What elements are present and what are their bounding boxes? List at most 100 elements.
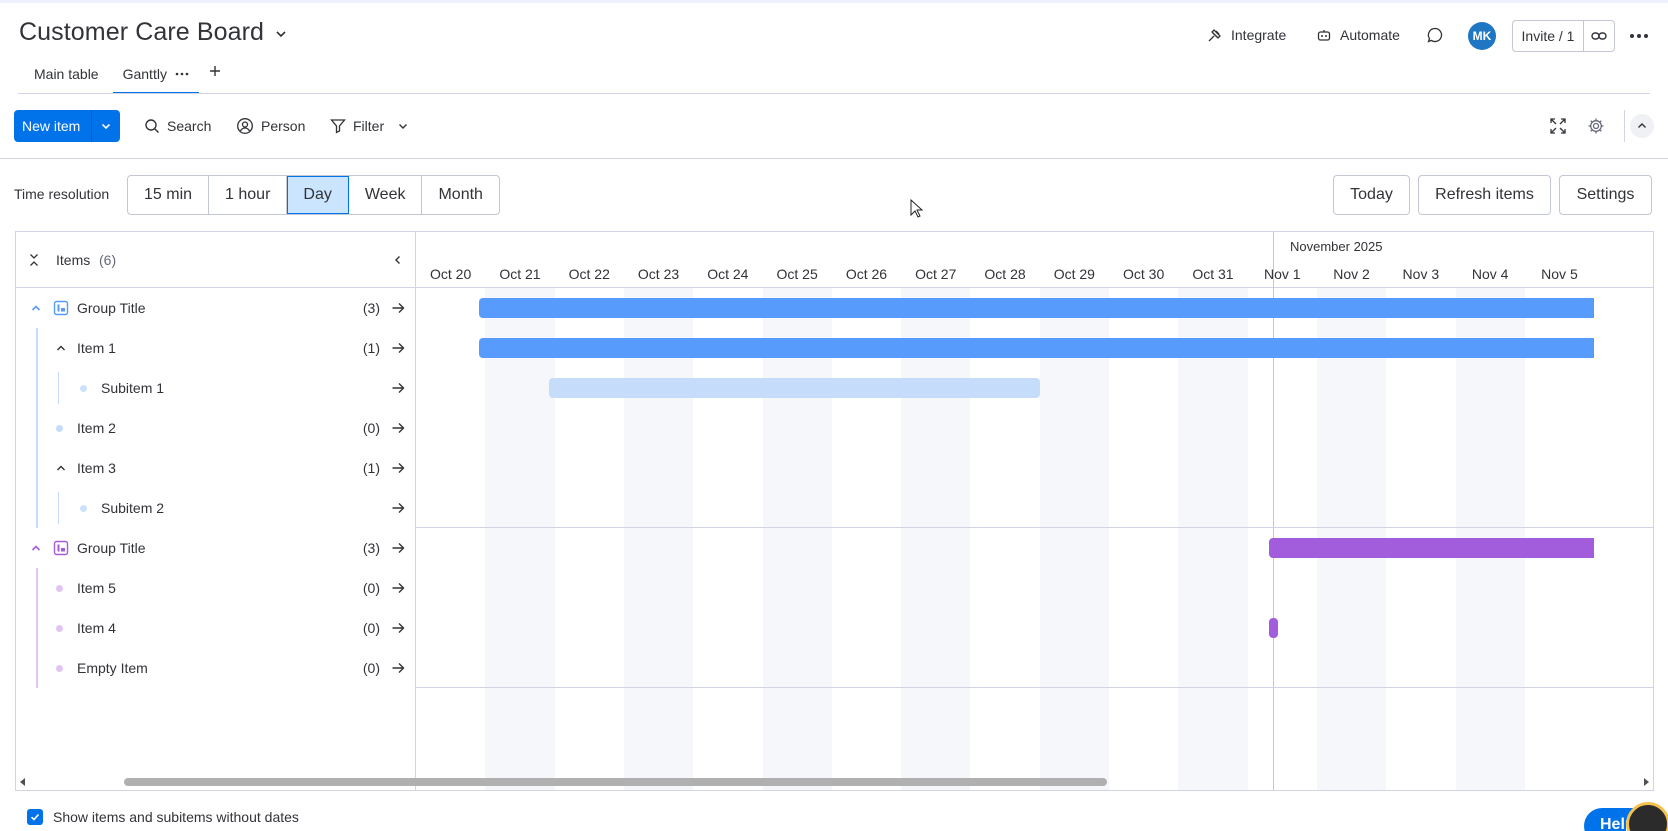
scroll-right-icon[interactable] [1642, 777, 1650, 787]
go-to-item-button[interactable] [390, 300, 406, 316]
resolution-day[interactable]: Day [287, 176, 349, 214]
tab-menu-icon[interactable] [175, 68, 189, 82]
gantt-settings-button[interactable]: Settings [1559, 175, 1652, 215]
new-item-label[interactable]: New item [14, 110, 92, 142]
day-column-shade [1039, 288, 1109, 790]
go-to-item-button[interactable] [390, 580, 406, 596]
go-to-item-button[interactable] [390, 460, 406, 476]
scroll-left-icon[interactable] [19, 777, 27, 787]
today-button[interactable]: Today [1333, 175, 1410, 215]
subitem-dot [80, 385, 87, 392]
refresh-items-button[interactable]: Refresh items [1418, 175, 1551, 215]
invite-button[interactable]: Invite / 1 [1512, 20, 1615, 52]
go-to-item-button[interactable] [390, 660, 406, 676]
tab-main-table[interactable]: Main table [24, 62, 109, 94]
group-row[interactable]: Group Title (3) [16, 288, 416, 328]
new-item-dropdown[interactable] [92, 110, 120, 142]
day-header: Oct 21 [499, 266, 541, 282]
link-icon [1591, 32, 1607, 40]
person-filter-button[interactable]: Person [236, 115, 305, 137]
chevron-up-icon[interactable] [30, 302, 42, 314]
resolution-month[interactable]: Month [422, 176, 498, 214]
row-count: (0) [362, 580, 380, 596]
gantt-bar[interactable] [479, 298, 1595, 318]
row-label: Item 4 [77, 620, 116, 636]
checkbox[interactable] [27, 809, 43, 825]
subitem-indent-line [58, 372, 59, 404]
resolution-15-min[interactable]: 15 min [128, 176, 210, 214]
collapse-header-button[interactable] [1630, 114, 1654, 138]
subitem-row[interactable]: Subitem 2 [16, 488, 416, 528]
toolbar-divider [1624, 110, 1625, 142]
fullscreen-button[interactable] [1548, 116, 1568, 136]
board-title[interactable]: Customer Care Board [19, 18, 288, 47]
view-settings-button[interactable] [1586, 116, 1606, 136]
group-board-icon [53, 540, 69, 556]
row-label: Group Title [77, 540, 146, 556]
invite-label[interactable]: Invite / 1 [1513, 21, 1584, 51]
resolution-week[interactable]: Week [349, 176, 423, 214]
day-header: Oct 29 [1053, 266, 1095, 282]
scrollbar-thumb[interactable] [124, 778, 1107, 786]
item-row[interactable]: Empty Item (0) [16, 648, 416, 688]
chevron-down-icon[interactable] [274, 27, 288, 41]
day-header: Oct 22 [568, 266, 610, 282]
item-row[interactable]: Item 1 (1) [16, 328, 416, 368]
chevron-up-icon[interactable] [30, 542, 42, 554]
day-header: Oct 31 [1192, 266, 1234, 282]
go-to-item-button[interactable] [390, 420, 406, 436]
new-item-button[interactable]: New item [14, 110, 120, 142]
gantt-bar[interactable] [1269, 538, 1595, 558]
item-row[interactable]: Item 4 (0) [16, 608, 416, 648]
avatar[interactable]: MK [1468, 22, 1496, 50]
arrow-right-icon [392, 303, 405, 313]
go-to-item-button[interactable] [390, 380, 406, 396]
items-panel-header: Items (6) [16, 232, 416, 288]
day-header: Nov 5 [1541, 266, 1578, 282]
row-label: Item 2 [77, 420, 116, 436]
add-view-button[interactable] [199, 62, 231, 84]
more-options-button[interactable] [1628, 26, 1650, 46]
person-label: Person [261, 118, 306, 134]
top-strip [0, 0, 1668, 3]
gantt-bar[interactable] [548, 378, 1040, 398]
board-title-text: Customer Care Board [19, 18, 265, 46]
show-without-dates-toggle[interactable]: Show items and subitems without dates [27, 809, 299, 825]
arrow-right-icon [392, 463, 405, 473]
time-resolution-selector: 15 min 1 hour Day Week Month [127, 175, 500, 215]
day-header: Oct 30 [1123, 266, 1165, 282]
gantt-bar[interactable] [1269, 618, 1279, 638]
go-to-item-button[interactable] [390, 500, 406, 516]
chevron-up-icon[interactable] [55, 462, 67, 474]
subitem-row[interactable]: Subitem 1 [16, 368, 416, 408]
tab-ganttly[interactable]: Ganttly [112, 62, 200, 94]
collapse-all-icon[interactable] [28, 252, 40, 268]
filter-button[interactable]: Filter [330, 115, 409, 137]
copy-link-button[interactable] [1584, 21, 1614, 51]
group-row[interactable]: Group Title (3) [16, 528, 416, 568]
resolution-1-hour[interactable]: 1 hour [209, 176, 288, 214]
updates-button[interactable] [1426, 24, 1444, 46]
go-to-item-button[interactable] [390, 540, 406, 556]
assistant-avatar[interactable] [1626, 802, 1668, 831]
item-dot [56, 425, 63, 432]
row-label: Subitem 1 [101, 380, 165, 396]
gantt-chart: Items (6) Group Title (3) Item 1 (1) Subitem… [15, 231, 1654, 791]
expand-icon [1550, 118, 1566, 134]
go-to-item-button[interactable] [390, 340, 406, 356]
chat-bubble-icon [1427, 27, 1443, 43]
chevron-down-icon[interactable] [397, 120, 409, 132]
go-to-item-button[interactable] [390, 620, 406, 636]
horizontal-scrollbar[interactable] [16, 772, 1653, 790]
chevron-left-icon[interactable] [392, 254, 404, 266]
search-label: Search [167, 118, 212, 134]
chevron-up-icon[interactable] [55, 342, 67, 354]
arrow-right-icon [392, 423, 405, 433]
item-row[interactable]: Item 5 (0) [16, 568, 416, 608]
item-row[interactable]: Item 3 (1) [16, 448, 416, 488]
search-button[interactable]: Search [144, 115, 211, 137]
automate-button[interactable]: Automate [1316, 24, 1400, 46]
integrate-button[interactable]: Integrate [1207, 24, 1286, 46]
item-row[interactable]: Item 2 (0) [16, 408, 416, 448]
gantt-bar[interactable] [479, 338, 1595, 358]
